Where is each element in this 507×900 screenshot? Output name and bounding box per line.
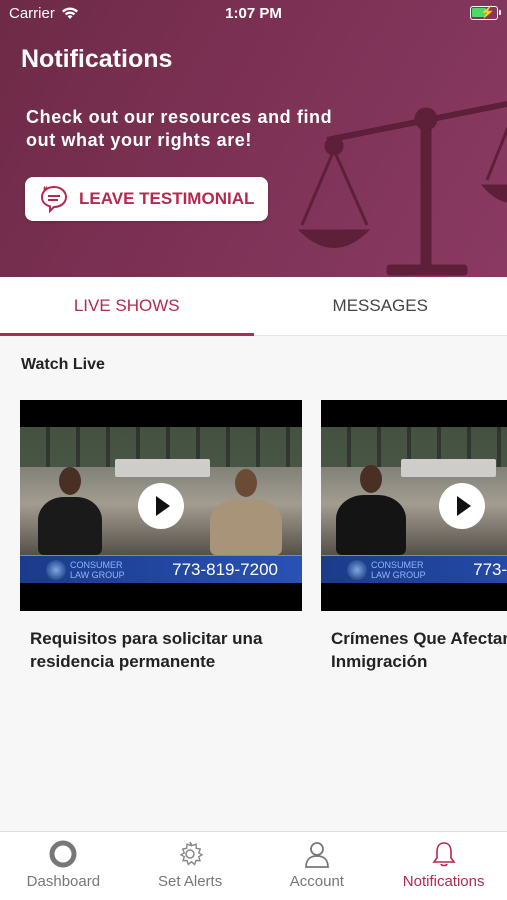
banner-phone: 773-819-7200 bbox=[172, 559, 278, 579]
nav-notifications[interactable]: Notifications bbox=[380, 832, 507, 900]
person-icon bbox=[304, 842, 329, 868]
tab-live-shows[interactable]: LIVE SHOWS bbox=[0, 277, 254, 336]
gear-icon bbox=[179, 841, 204, 866]
video-card[interactable]: CONSUMER LAW GROUP 773-819-7200 Crímenes… bbox=[321, 400, 507, 673]
nav-label: Account bbox=[289, 873, 344, 890]
nav-account[interactable]: Account bbox=[254, 832, 381, 900]
play-button[interactable] bbox=[138, 483, 184, 529]
video-title[interactable]: Crímenes Que Afectan de Inmigración bbox=[321, 627, 507, 673]
carrier-label: Carrier bbox=[9, 5, 55, 22]
nav-label: Set Alerts bbox=[158, 873, 223, 890]
wifi-icon bbox=[61, 7, 78, 19]
banner-phone: 773-819-7200 bbox=[473, 559, 507, 579]
brand-line-1: CONSUMER bbox=[70, 559, 123, 570]
person-figure bbox=[336, 465, 406, 555]
testimonial-button-label: LEAVE TESTIMONIAL bbox=[79, 189, 255, 208]
status-time: 1:07 PM bbox=[225, 5, 282, 22]
bell-icon bbox=[432, 842, 456, 867]
shield-logo-icon bbox=[46, 559, 66, 580]
bottom-nav: Dashboard Set Alerts Account Notificatio… bbox=[0, 831, 507, 900]
status-bar: Carrier 1:07 PM ⚡ bbox=[0, 0, 507, 28]
video-banner: CONSUMER LAW GROUP 773-819-7200 bbox=[321, 555, 507, 583]
shield-logo-icon bbox=[347, 559, 367, 580]
play-button[interactable] bbox=[439, 483, 485, 529]
header-banner: Carrier 1:07 PM ⚡ Notifications Check ou… bbox=[0, 0, 507, 277]
page-title: Notifications bbox=[21, 45, 173, 73]
nav-label: Notifications bbox=[402, 873, 485, 890]
tab-bar: LIVE SHOWS MESSAGES bbox=[0, 277, 507, 336]
chat-bubble-icon: ❝ bbox=[40, 185, 68, 214]
banner-brand: CONSUMER LAW GROUP bbox=[70, 560, 125, 580]
person-figure bbox=[38, 467, 102, 555]
brand-line-1: CONSUMER bbox=[371, 559, 424, 570]
video-banner: CONSUMER LAW GROUP 773-819-7200 bbox=[20, 555, 302, 583]
person-figure bbox=[210, 469, 282, 555]
svg-text:❝: ❝ bbox=[43, 185, 48, 195]
dashboard-icon bbox=[49, 840, 77, 868]
tab-label: LIVE SHOWS bbox=[73, 296, 180, 315]
video-thumbnail[interactable]: CONSUMER LAW GROUP 773-819-7200 bbox=[321, 400, 507, 611]
nav-set-alerts[interactable]: Set Alerts bbox=[127, 832, 254, 900]
video-carousel[interactable]: CONSUMER LAW GROUP 773-819-7200 Requisit… bbox=[20, 400, 507, 680]
nav-dashboard[interactable]: Dashboard bbox=[0, 832, 127, 900]
carrier-info: Carrier bbox=[9, 5, 79, 22]
tab-label: MESSAGES bbox=[332, 296, 428, 315]
section-title: Watch Live bbox=[21, 356, 105, 373]
header-tagline: Check out our resources and find out wha… bbox=[26, 107, 333, 150]
video-thumbnail[interactable]: CONSUMER LAW GROUP 773-819-7200 bbox=[20, 400, 302, 611]
brand-line-2: LAW GROUP bbox=[70, 569, 125, 580]
video-title[interactable]: Requisitos para solicitar una residencia… bbox=[20, 627, 280, 673]
banner-brand: CONSUMER LAW GROUP bbox=[371, 560, 426, 580]
tab-messages[interactable]: MESSAGES bbox=[254, 277, 507, 335]
leave-testimonial-button[interactable]: ❝ LEAVE TESTIMONIAL bbox=[25, 177, 268, 221]
video-card[interactable]: CONSUMER LAW GROUP 773-819-7200 Requisit… bbox=[20, 400, 302, 673]
nav-label: Dashboard bbox=[26, 873, 101, 890]
brand-line-2: LAW GROUP bbox=[371, 569, 426, 580]
battery-icon: ⚡ bbox=[470, 5, 501, 20]
